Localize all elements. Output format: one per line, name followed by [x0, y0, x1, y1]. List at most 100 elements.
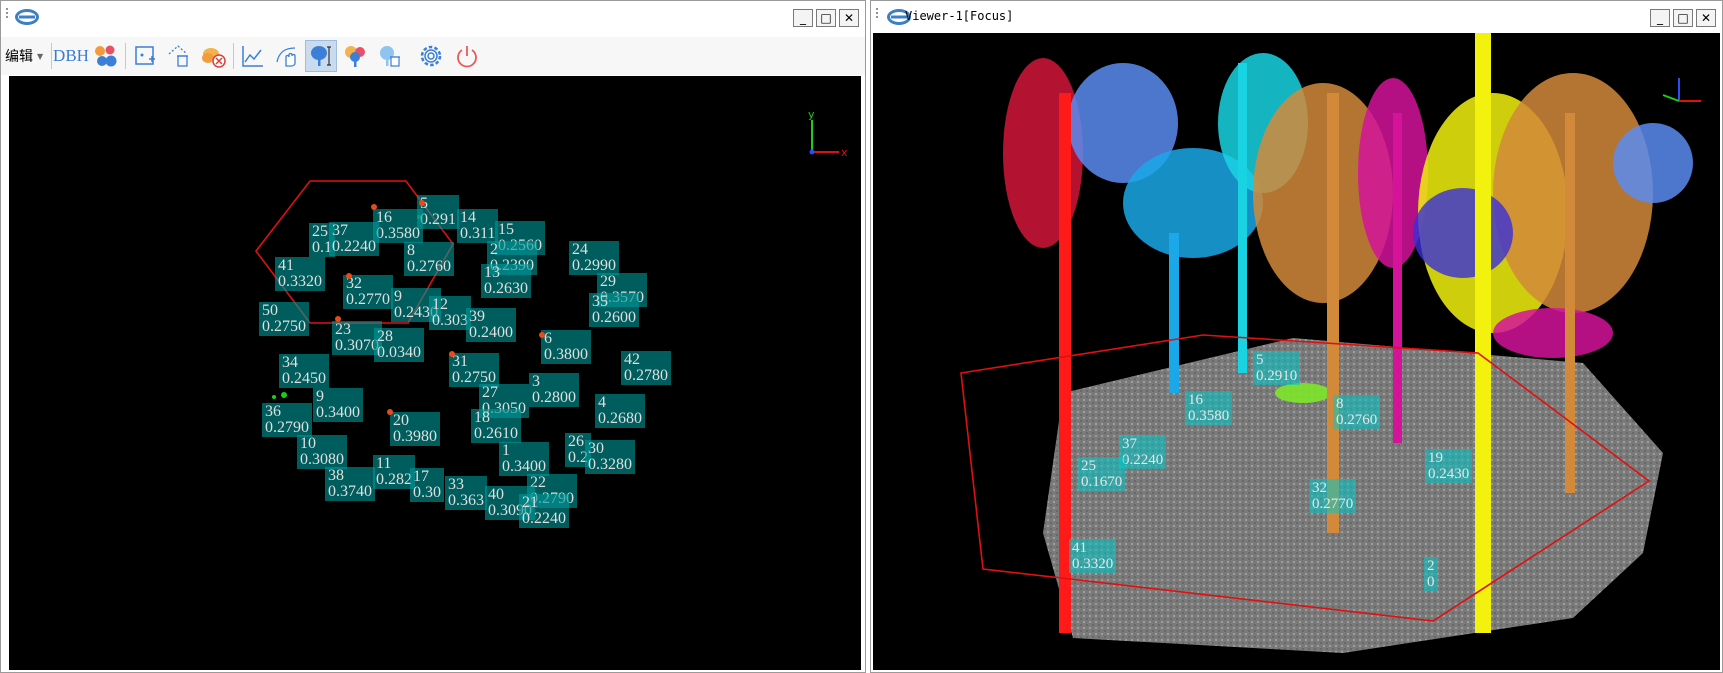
tree-marker[interactable] — [335, 316, 341, 322]
tree-label[interactable]: 32 0.2770 — [343, 275, 393, 309]
clear-selection-button[interactable] — [163, 40, 195, 72]
tree-label[interactable]: 39 0.2400 — [466, 308, 516, 342]
tree-label[interactable]: 11 0.282 — [373, 455, 415, 489]
x-axis-label: x — [841, 146, 848, 159]
tree-label[interactable]: 32 0.2770 — [1309, 479, 1357, 513]
close-button[interactable]: ✕ — [839, 9, 859, 27]
maximize-button[interactable]: □ — [816, 9, 836, 27]
tree-label[interactable]: 5 0.2910 — [1253, 351, 1301, 385]
drag-grip[interactable] — [5, 7, 9, 19]
tree-label[interactable]: 21 0.2240 — [519, 494, 569, 528]
tree-label[interactable]: 9 0.3400 — [313, 388, 363, 422]
tree-label[interactable]: 30 0.3280 — [585, 440, 635, 474]
tree-height-button[interactable] — [305, 40, 337, 72]
viewer-window: Viewer-1[Focus] _ □ ✕ 5 0.2910 16 0.3580… — [870, 0, 1723, 673]
tree-label[interactable]: 14 0.311 — [457, 209, 499, 243]
tree-label[interactable]: 42 0.2780 — [621, 351, 671, 385]
toolbar-divider — [51, 43, 52, 69]
drag-grip[interactable] — [875, 7, 879, 19]
tree-label[interactable]: 50 0.2750 — [259, 302, 309, 336]
tree-remove-button[interactable] — [373, 40, 405, 72]
power-button[interactable] — [451, 40, 483, 72]
axis-gizmo-icon — [809, 120, 839, 155]
tree-label[interactable]: 10 0.3080 — [297, 435, 347, 469]
tree-label[interactable]: 8 0.2760 — [1333, 395, 1381, 429]
select-box-button[interactable] — [129, 40, 161, 72]
settings-button[interactable] — [415, 40, 447, 72]
3d-viewport[interactable]: 5 0.2910 16 0.3580 8 0.2760 37 0.2240 25 0.16… — [873, 33, 1720, 670]
tree-label[interactable]: 41 0.3320 — [275, 257, 325, 291]
y-axis-label: y — [808, 108, 815, 121]
tree-crown-icon — [345, 46, 365, 67]
tree-label[interactable]: 1 0.3400 — [499, 442, 549, 476]
edit-menu-label: 编辑 — [5, 49, 33, 65]
remove-layer-icon — [202, 48, 226, 68]
toolbar: 编辑 ▼ DBH — [1, 37, 865, 75]
tree-marker[interactable] — [539, 332, 545, 338]
top-view-viewport[interactable]: y x 50.291 160.3580 140.311 150.2560 250… — [9, 76, 861, 670]
tree-label[interactable]: 3 0.2800 — [529, 373, 579, 407]
tree-label[interactable]: 19 0.2430 — [1425, 449, 1473, 483]
tree-label[interactable]: 37 0.2240 — [329, 222, 379, 256]
tree-marker[interactable] — [449, 351, 455, 357]
tree-label[interactable]: 31 0.2750 — [449, 353, 499, 387]
point-cluster — [281, 392, 287, 398]
chevron-down-icon: ▼ — [37, 51, 44, 61]
toolbar-divider — [125, 43, 126, 69]
tree-label[interactable]: 16 0.3580 — [1185, 391, 1233, 425]
tree-label[interactable]: 6 0.3800 — [541, 330, 591, 364]
profile-curve-icon — [242, 46, 263, 67]
tree-label[interactable]: 25 0.1670 — [1078, 457, 1126, 491]
tree-label[interactable]: 20 — [1424, 557, 1438, 591]
tree-label[interactable]: 12 0.303 — [429, 296, 471, 330]
tree-label[interactable]: 16 0.3580 — [373, 209, 423, 243]
tree-label[interactable]: 20 0.3980 — [390, 412, 440, 446]
tree-label[interactable]: 36 0.2790 — [262, 403, 312, 437]
tree-label[interactable]: 18 0.2610 — [471, 409, 521, 443]
tree-label[interactable]: 17 0.30 — [410, 468, 444, 502]
settings-icon — [420, 45, 442, 67]
power-icon — [457, 46, 477, 68]
edit-menu[interactable]: 编辑 ▼ — [5, 40, 49, 72]
tree-marker[interactable] — [419, 200, 425, 206]
title-bar: Viewer-1[Focus] _ □ ✕ — [871, 1, 1722, 33]
tree-marker[interactable] — [387, 409, 393, 415]
tree-marker[interactable] — [346, 273, 352, 279]
tree-label[interactable]: 37 0.2240 — [1119, 435, 1167, 469]
tree-height-icon — [311, 46, 331, 66]
point-cluster — [272, 395, 276, 399]
point-cloud-top-view: y x — [254, 108, 848, 399]
maximize-button[interactable]: □ — [1673, 9, 1693, 27]
tree-label[interactable]: 4 0.2680 — [595, 394, 645, 428]
cluster-color-button[interactable] — [89, 40, 121, 72]
minimize-button[interactable]: _ — [793, 9, 813, 27]
tree-remove-icon — [380, 46, 400, 67]
tree-label[interactable]: 28 0.0340 — [374, 328, 424, 362]
top-view-window: _ □ ✕ 编辑 ▼ DBH y x 0.291 16 0.3580 14 0.… — [0, 0, 866, 673]
profile-curve-button[interactable] — [237, 40, 269, 72]
tree-marker[interactable] — [371, 204, 377, 210]
window-title: Viewer-1[Focus] — [905, 9, 1014, 23]
axis-gizmo-icon — [1662, 78, 1701, 102]
tree-crown-button[interactable] — [339, 40, 371, 72]
tree-label[interactable]: 34 0.2450 — [279, 354, 329, 388]
toolbar-divider — [233, 43, 234, 69]
cluster-color-icon — [95, 45, 117, 67]
tree-label[interactable]: 8 0.2760 — [404, 242, 454, 276]
tree-label[interactable]: 38 0.3740 — [325, 467, 375, 501]
select-box-icon — [135, 46, 155, 65]
remove-layer-button[interactable] — [197, 40, 229, 72]
hand-move-icon — [276, 47, 296, 67]
clear-selection-icon — [168, 45, 188, 67]
minimize-button[interactable]: _ — [1650, 9, 1670, 27]
tree-label[interactable]: 41 0.3320 — [1069, 539, 1117, 573]
app-logo-icon — [15, 9, 39, 25]
dbh-label: DBH — [53, 46, 89, 65]
hand-move-button[interactable] — [271, 40, 303, 72]
dbh-button[interactable]: DBH — [53, 40, 89, 72]
tree-label[interactable]: 13 0.2630 — [481, 264, 531, 298]
tree-label[interactable]: 35 0.2600 — [589, 293, 639, 327]
close-button[interactable]: ✕ — [1696, 9, 1716, 27]
tree-label[interactable]: 24 0.2990 — [569, 241, 619, 275]
tree-label[interactable]: 33 0.363 — [445, 476, 487, 510]
